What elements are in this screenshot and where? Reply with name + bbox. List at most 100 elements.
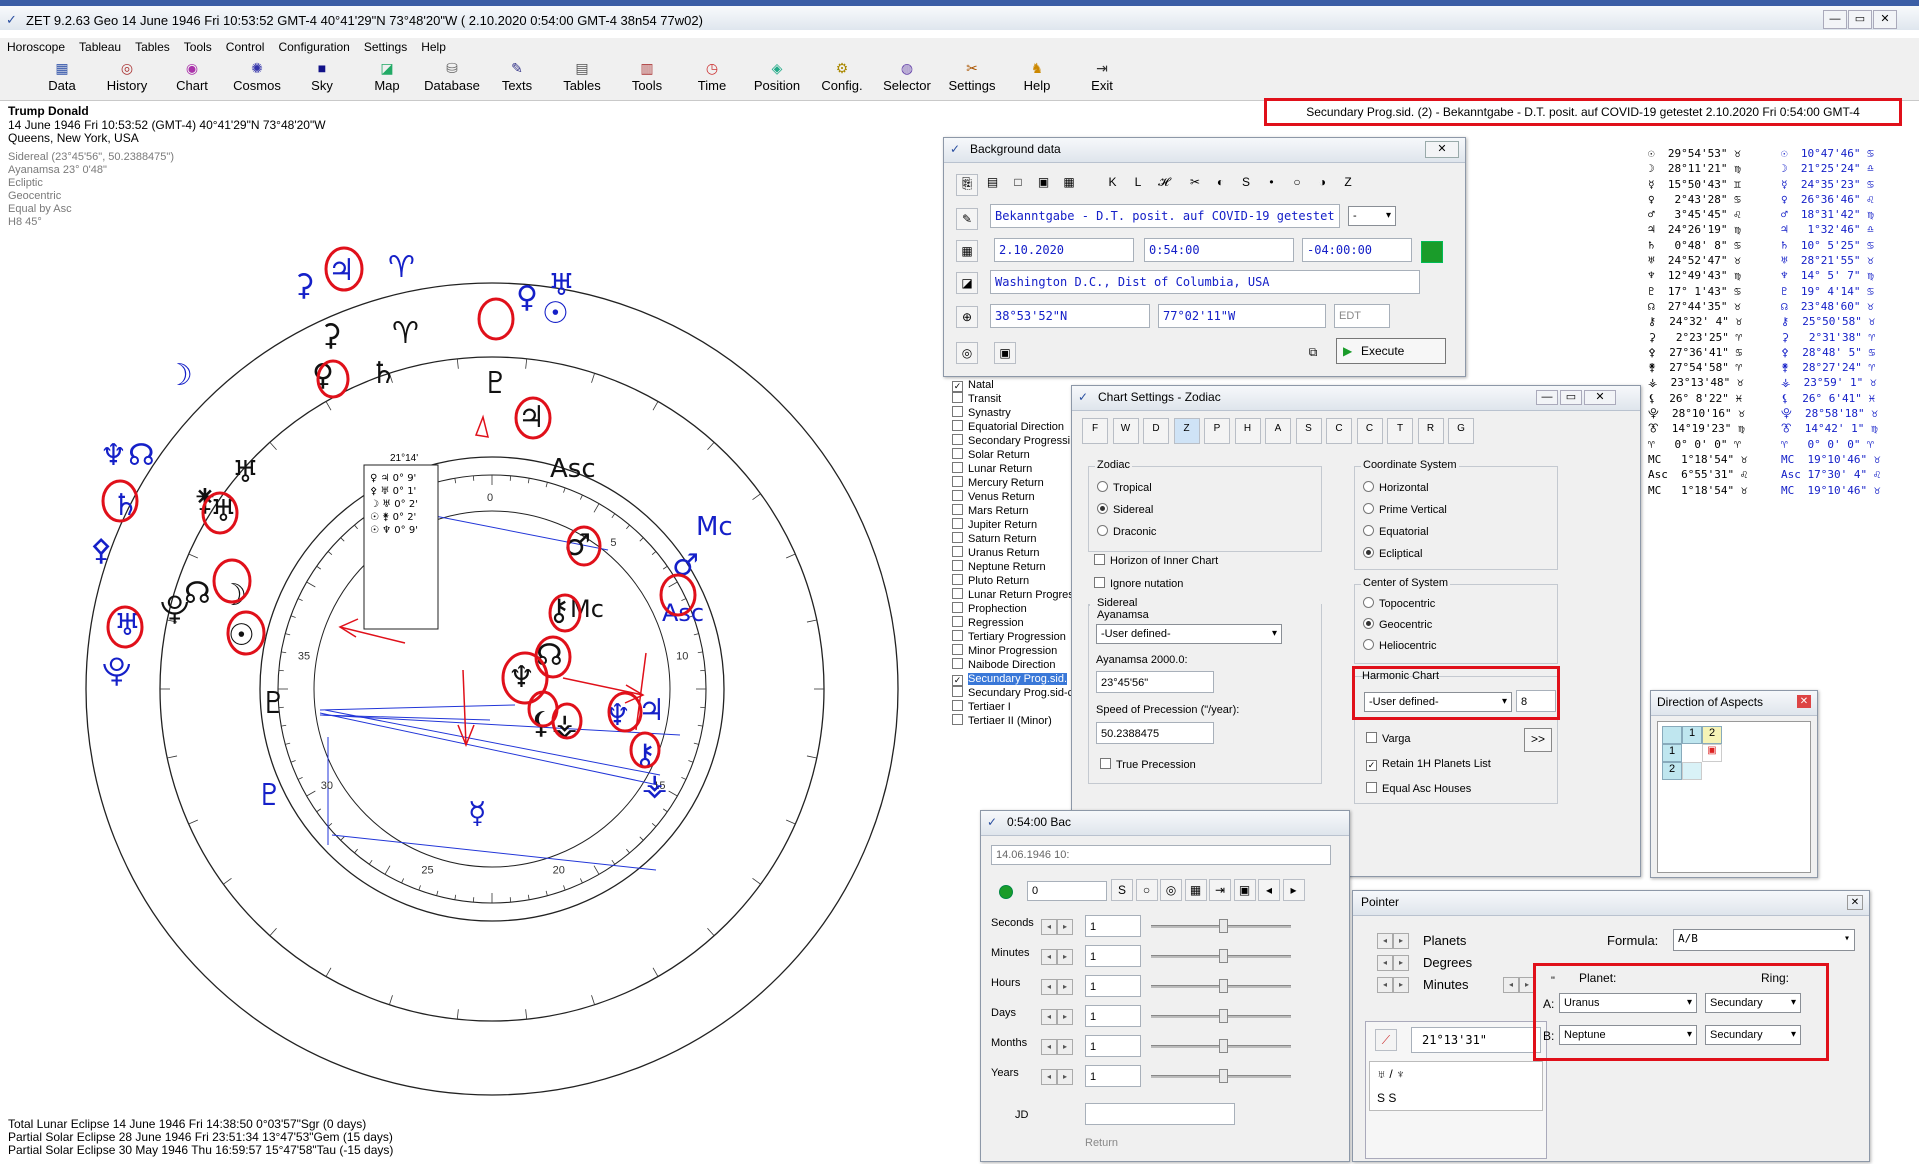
slider-knob[interactable] (1219, 949, 1228, 963)
zodiac-draconic-radio[interactable]: Draconic (1097, 525, 1156, 538)
edit-icon[interactable]: ✎ (956, 208, 978, 230)
precession-field[interactable]: 50.2388475 (1096, 722, 1214, 744)
map-pin-icon[interactable]: ⊕ (956, 306, 978, 328)
toolbar-settings-button[interactable]: ✂ Settings (940, 60, 1004, 93)
menu-horoscope[interactable]: Horoscope (0, 38, 72, 56)
method-checkbox[interactable] (952, 448, 963, 459)
step-value-field[interactable]: 1 (1085, 915, 1141, 937)
step-prev-icon[interactable]: ◂ (1041, 979, 1057, 995)
grid-icon[interactable]: ▦ (1184, 879, 1207, 901)
degrees-prev-icon[interactable]: ◂ (1377, 955, 1393, 971)
formula-select[interactable]: A/B (1673, 929, 1855, 951)
copy-small-icon[interactable]: ⧉ (1302, 342, 1324, 364)
globe-icon[interactable]: ◎ (956, 342, 978, 364)
equal-asc-checkbox[interactable]: Equal Asc Houses (1366, 782, 1471, 795)
step-prev-icon[interactable]: ◂ (1041, 1009, 1057, 1025)
method-item[interactable]: Transit (952, 392, 1001, 406)
method-item[interactable]: Solar Return (952, 448, 1030, 462)
settings-tab-g-icon[interactable]: G (1448, 418, 1474, 444)
method-checkbox[interactable]: ✓ (952, 675, 963, 686)
step-prev-icon[interactable]: ◂ (1041, 919, 1057, 935)
background-close-button[interactable]: ✕ (1425, 141, 1459, 158)
method-checkbox[interactable] (952, 700, 963, 711)
draw-icon[interactable]: ✂ (1184, 172, 1206, 194)
toolbar-tools-button[interactable]: ▥ Tools (615, 60, 679, 93)
minutes-next-icon[interactable]: ▸ (1393, 977, 1409, 993)
settings-tab-z-icon[interactable]: Z (1173, 418, 1200, 444)
slider-knob[interactable] (1219, 919, 1228, 933)
horizon-checkbox[interactable]: Horizon of Inner Chart (1094, 554, 1218, 567)
minutes-prev-icon[interactable]: ◂ (1377, 977, 1393, 993)
pointer-chart-icon[interactable]: ⟋ (1375, 1029, 1397, 1051)
method-checkbox[interactable] (952, 644, 963, 655)
center-topocentric-radio[interactable]: Topocentric (1363, 597, 1435, 610)
planets-next-icon[interactable]: ▸ (1393, 933, 1409, 949)
step-count-field[interactable]: 0 (1027, 881, 1107, 901)
toolbar-chart-button[interactable]: ◉ Chart (160, 60, 224, 93)
menu-configuration[interactable]: Configuration (271, 38, 356, 56)
paste-icon[interactable]: ▤ (982, 172, 1004, 194)
execute-button[interactable]: ▶ Execute (1336, 338, 1446, 364)
settings-tab-s-icon[interactable]: S (1295, 418, 1322, 444)
method-checkbox[interactable] (952, 714, 963, 725)
method-item[interactable]: ✓ Natal (952, 378, 994, 392)
retain-checkbox[interactable]: ✓ Retain 1H Planets List (1366, 758, 1491, 771)
save-icon[interactable]: ▣ (1033, 172, 1055, 194)
toolbar-data-button[interactable]: ▦ Data (30, 60, 94, 93)
slider-knob[interactable] (1219, 1039, 1228, 1053)
planet-a-select[interactable]: Uranus (1559, 993, 1697, 1013)
settings-tab-h-icon[interactable]: H (1234, 418, 1261, 444)
planet-b-select[interactable]: Neptune (1559, 1025, 1697, 1045)
new-icon[interactable]: □ (1007, 172, 1029, 194)
varga-checkbox[interactable]: Varga (1366, 732, 1411, 745)
toolbar-exit-button[interactable]: ⇥ Exit (1070, 60, 1134, 93)
method-checkbox[interactable] (952, 686, 963, 697)
settings-close-button[interactable]: ✕ (1584, 390, 1616, 405)
method-item[interactable]: Saturn Return (952, 532, 1036, 546)
ayanamsa-2000-field[interactable]: 23°45'56" (1096, 671, 1214, 693)
method-checkbox[interactable] (952, 504, 963, 515)
toolbar-cosmos-button[interactable]: ✺ Cosmos (225, 60, 289, 93)
toolbar-help-button[interactable]: ♞ Help (1005, 60, 1069, 93)
method-checkbox[interactable] (952, 546, 963, 557)
step-value-field[interactable]: 1 (1085, 1005, 1141, 1027)
method-item[interactable]: Tertiary Progression (952, 630, 1066, 644)
method-checkbox[interactable] (952, 574, 963, 585)
slider-knob[interactable] (1219, 979, 1228, 993)
time-field[interactable]: 0:54:00 (1144, 238, 1294, 262)
settings-tab-w-icon[interactable]: W (1112, 418, 1139, 444)
circle-icon[interactable]: ○ (1135, 879, 1158, 901)
grid-icon[interactable]: ▦ (1058, 172, 1080, 194)
close-button[interactable]: ✕ (1873, 10, 1897, 29)
save-icon[interactable]: ▣ (1233, 879, 1256, 901)
calendar-icon[interactable]: ▦ (956, 240, 978, 262)
method-item[interactable]: Venus Return (952, 490, 1035, 504)
method-item[interactable]: Neptune Return (952, 560, 1046, 574)
toolbar-sky-button[interactable]: ■ Sky (290, 60, 354, 93)
coord-ecliptical-radio[interactable]: Ecliptical (1363, 547, 1422, 560)
k-icon[interactable]: K (1102, 172, 1124, 194)
step-value-field[interactable]: 1 (1085, 1065, 1141, 1087)
center-heliocentric-radio[interactable]: Heliocentric (1363, 639, 1436, 652)
step-next-icon[interactable]: ▸ (1057, 949, 1073, 965)
settings-tab-d-icon[interactable]: D (1143, 418, 1169, 444)
seconds-prev-icon[interactable]: ◂ (1503, 977, 1519, 993)
zodiac-sidereal-radio[interactable]: Sidereal (1097, 503, 1153, 516)
next-icon[interactable]: ▸ (1282, 879, 1305, 901)
method-checkbox[interactable] (952, 462, 963, 473)
degrees-next-icon[interactable]: ▸ (1393, 955, 1409, 971)
settings-tab-f-icon[interactable]: F (1082, 418, 1108, 444)
s-icon[interactable]: S (1235, 172, 1257, 194)
menu-settings[interactable]: Settings (357, 38, 414, 56)
settings-tab-t-icon[interactable]: T (1387, 418, 1413, 444)
harmonic-value-field[interactable]: 8 (1516, 690, 1556, 712)
status-green-square[interactable] (1421, 241, 1443, 263)
ignore-nutation-checkbox[interactable]: Ignore nutation (1094, 577, 1183, 590)
varga-more-button[interactable]: >> (1524, 728, 1552, 752)
step-next-icon[interactable]: ▸ (1057, 1069, 1073, 1085)
timezone-field[interactable]: -04:00:00 (1302, 238, 1412, 262)
toolbar-map-button[interactable]: ◪ Map (355, 60, 419, 93)
step-next-icon[interactable]: ▸ (1057, 979, 1073, 995)
maximize-button[interactable]: ▭ (1848, 10, 1872, 29)
moon-icon[interactable]: ◑ (1312, 172, 1334, 194)
